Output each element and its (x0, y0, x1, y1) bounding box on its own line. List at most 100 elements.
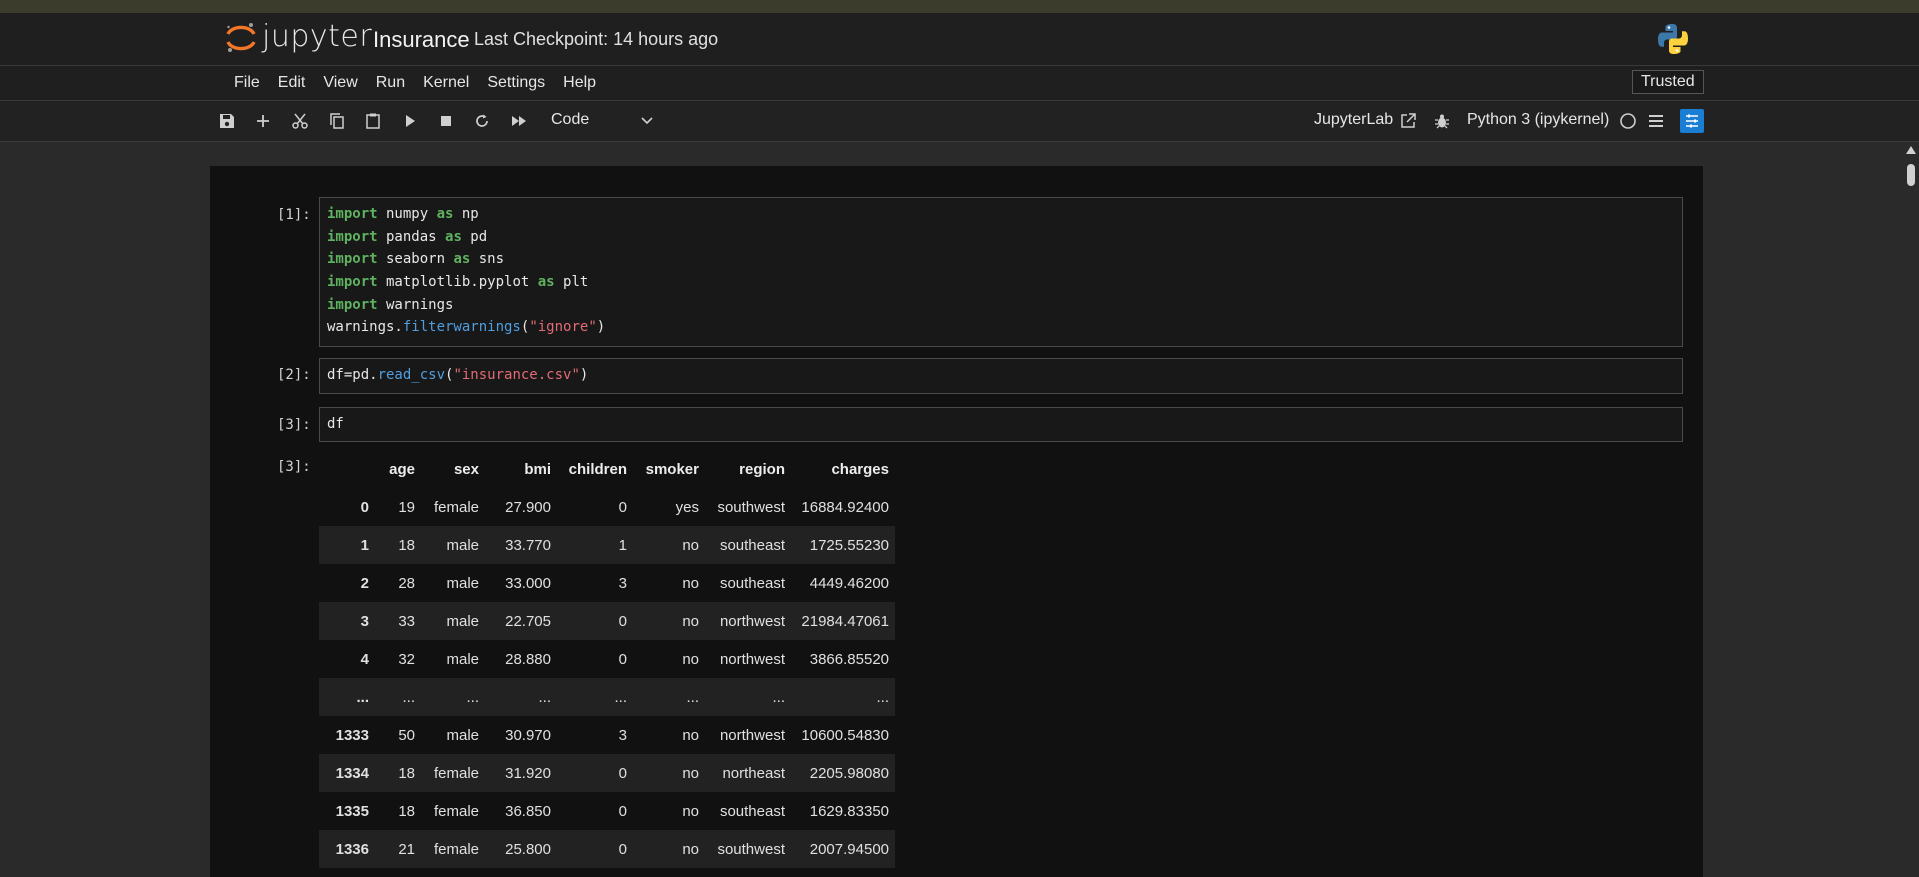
table-cell: no (633, 830, 705, 868)
table-cell: 3 (618, 726, 627, 744)
table-cell: 4449.46200 (809, 574, 889, 592)
table-cell: female (421, 830, 485, 868)
scrollbar-thumb[interactable] (1907, 164, 1915, 186)
table-cell: 0 (618, 802, 627, 820)
last-checkpoint: Last Checkpoint: 14 hours ago (474, 29, 719, 49)
jupyter-logo-text: jupyter (262, 19, 373, 54)
row-index: 1 (319, 526, 375, 564)
table-cell: 28 (398, 574, 415, 592)
cut-icon[interactable] (288, 109, 312, 133)
function-token: filterwarnings (402, 319, 521, 336)
header: jupyter Insurance Last Checkpoint: 14 ho… (0, 13, 1919, 66)
row-index: 2 (360, 574, 369, 592)
menu-help[interactable]: Help (555, 66, 604, 100)
table-cell: 27.900 (505, 498, 551, 516)
keyword-token: import (327, 296, 378, 313)
table-cell: ... (557, 678, 633, 716)
table-header-row: age sex bmi children smoker region charg… (319, 450, 895, 488)
table-cell: southwest (705, 830, 791, 868)
table-cell: 1629.83350 (809, 802, 889, 820)
menu-run[interactable]: Run (368, 66, 413, 100)
code-cell-1[interactable]: import numpy as np import pandas as pd i… (319, 197, 1683, 347)
stop-icon[interactable] (434, 109, 458, 133)
vertical-scrollbar[interactable] (1903, 142, 1919, 877)
table-row: ... ... ... ... ... ... ... ... (319, 678, 895, 716)
table-cell: no (633, 526, 705, 564)
code-cell-3[interactable]: df (319, 407, 1683, 442)
table-row: 1335 18 female 36.850 0 no southeast 162… (319, 792, 895, 830)
paste-icon[interactable] (361, 109, 385, 133)
external-link-icon[interactable] (1396, 109, 1420, 133)
table-cell: 25.800 (485, 830, 557, 868)
row-index: 3 (319, 602, 375, 640)
table-cell: ... (633, 678, 705, 716)
python-logo-icon (1658, 24, 1688, 54)
table-row: 2 28 male 33.000 3 no southeast 4449.462… (319, 564, 895, 602)
chevron-down-icon[interactable] (640, 113, 654, 127)
bug-icon[interactable] (1430, 109, 1454, 133)
run-icon[interactable] (398, 109, 422, 133)
table-cell: 0 (618, 498, 627, 516)
cell-type-select[interactable]: Code (551, 111, 589, 129)
table-cell: northwest (719, 726, 785, 744)
table-row: 1334 18 female 31.920 0 no northeast 220… (319, 754, 895, 792)
fast-forward-icon[interactable] (507, 109, 531, 133)
table-row: 1336 21 female 25.800 0 no southwest 200… (319, 830, 895, 868)
table-cell: 19 (398, 498, 415, 516)
table-cell: male (421, 602, 485, 640)
keyword-token: as (445, 228, 462, 245)
menu-lines-icon[interactable] (1644, 109, 1668, 133)
trusted-indicator[interactable]: Trusted (1632, 70, 1704, 94)
jupyter-logo-icon[interactable] (224, 21, 258, 55)
table-cell: male (421, 526, 485, 564)
table-cell: 28.880 (505, 650, 551, 668)
copy-icon[interactable] (325, 109, 349, 133)
table-cell: 21 (375, 830, 421, 868)
scroll-up-arrow-icon[interactable] (1906, 146, 1916, 154)
dataframe-table: age sex bmi children smoker region charg… (319, 450, 895, 868)
kernel-name[interactable]: Python 3 (ipykernel) (1467, 111, 1609, 129)
menu-kernel[interactable]: Kernel (415, 66, 477, 100)
table-cell: 2007.94500 (791, 830, 895, 868)
table-cell: 33.770 (485, 526, 557, 564)
keyword-token: import (327, 206, 378, 222)
code-line: import matplotlib.pyplot as plt (327, 274, 589, 291)
table-cell: 33.000 (505, 574, 551, 592)
keyword-token: import (327, 274, 378, 291)
menu-edit[interactable]: Edit (270, 66, 314, 100)
menu-file[interactable]: File (226, 66, 268, 100)
menu-settings[interactable]: Settings (479, 66, 553, 100)
jupyterlab-link[interactable]: JupyterLab (1314, 111, 1393, 129)
table-cell: ... (791, 678, 895, 716)
notebook-title[interactable]: Insurance (373, 27, 470, 53)
property-inspector-icon[interactable] (1680, 109, 1704, 133)
table-cell: 22.705 (485, 602, 557, 640)
table-cell: 18 (398, 802, 415, 820)
code-cell-2[interactable]: df=pd.read_csv("insurance.csv") (319, 358, 1683, 394)
keyword-token: import (327, 251, 378, 268)
table-cell: male (446, 650, 479, 668)
string-token: "insurance.csv" (453, 367, 580, 383)
table-cell: 1725.55230 (791, 526, 895, 564)
table-cell: male (446, 574, 479, 592)
table-row: 1 18 male 33.770 1 no southeast 1725.552… (319, 526, 895, 564)
table-cell: ... (375, 678, 421, 716)
column-header (319, 450, 375, 488)
table-cell: ... (421, 678, 485, 716)
code-line: df (327, 416, 344, 432)
save-icon[interactable] (215, 109, 239, 133)
table-cell: ... (705, 678, 791, 716)
table-cell: southwest (717, 498, 785, 516)
string-token: "ignore" (529, 319, 597, 336)
table-cell: female (433, 802, 479, 820)
row-index: 1335 (335, 802, 369, 820)
keyword-token: as (537, 274, 555, 291)
menu-view[interactable]: View (315, 66, 365, 100)
table-cell: female (421, 754, 485, 792)
table-cell: 18 (375, 754, 421, 792)
restart-icon[interactable] (470, 109, 494, 133)
column-header: charges (831, 460, 889, 478)
add-cell-icon[interactable] (251, 109, 275, 133)
table-cell: 1 (557, 526, 633, 564)
keyword-token: as (436, 206, 454, 222)
